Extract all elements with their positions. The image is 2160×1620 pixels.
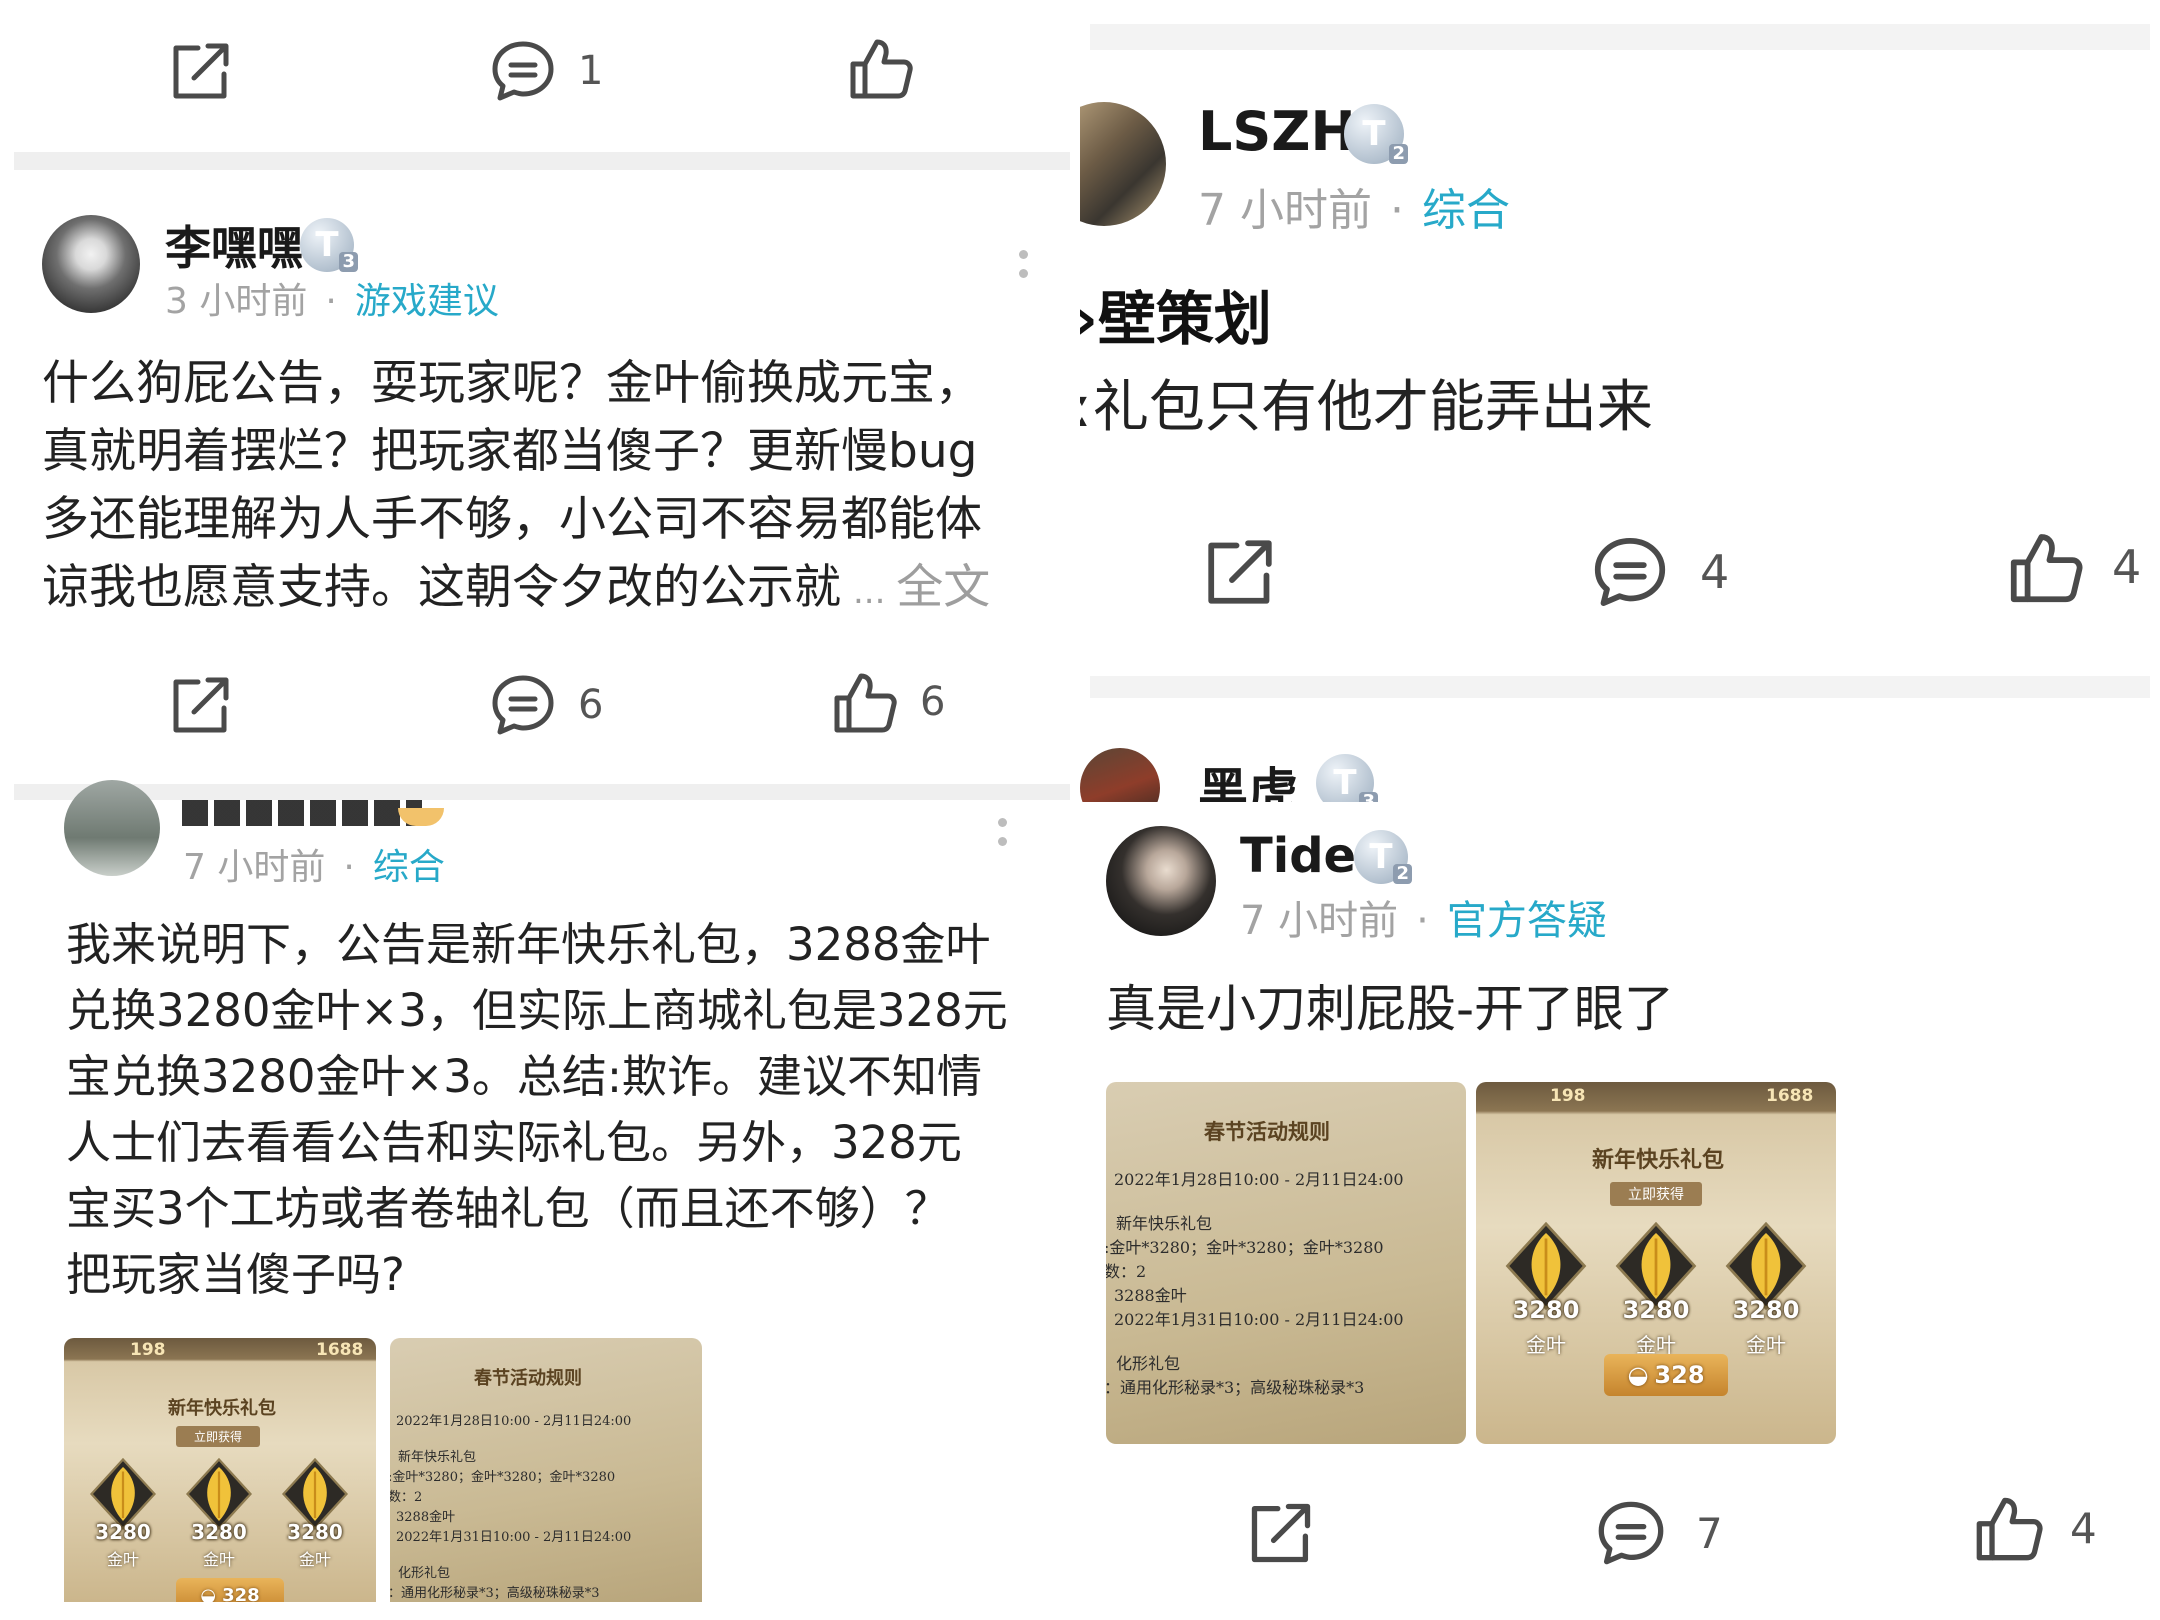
thumbs-up-icon — [1976, 1497, 2043, 1561]
post-meta: 7 小时前 · 综合 — [183, 847, 445, 888]
post-image-notice[interactable]: 春节活动规则 2022年1月28日10:00 - 2月11日24:00 新年快乐… — [1106, 1082, 1466, 1444]
post-body[interactable]: ː礼包只有他才能弄出来 — [1080, 368, 1653, 448]
post-time: 7 小时前 — [1240, 898, 1399, 944]
price-button: ◒ 328 — [1604, 1354, 1728, 1396]
share-button[interactable] — [168, 674, 234, 736]
comment-button[interactable]: 4 — [1592, 536, 1729, 608]
thumbs-up-icon — [850, 39, 913, 99]
comment-icon — [492, 41, 554, 101]
like-button[interactable]: 6 — [832, 670, 945, 734]
like-count: 6 — [920, 679, 946, 725]
section-divider — [14, 152, 1070, 170]
post-meta: 7 小时前 · 综合 — [1198, 185, 1510, 236]
post-meta: 7 小时前 · 官方答疑 — [1240, 898, 1607, 944]
full-text-link[interactable]: 全文 — [896, 560, 990, 615]
share-button[interactable] — [168, 40, 234, 102]
share-button[interactable] — [1246, 1500, 1316, 1566]
left-feed: 1 李嘿嘿 T3 3 小时前 · 游戏建议 什么狗屁公告，耍玩家呢？金叶偷换成元宝，… — [0, 0, 1080, 1620]
avatar[interactable] — [1080, 102, 1166, 226]
comment-button[interactable]: 6 — [490, 674, 603, 736]
dot-icon — [998, 837, 1007, 846]
like-button[interactable]: 4 — [2008, 530, 2141, 604]
cropped-post-header: 黑虎 T3 — [1080, 740, 2160, 802]
level-badge: T3 — [1316, 754, 1378, 802]
price-button: ◒ 328 — [176, 1578, 284, 1602]
ingot-icon: ◒ — [200, 1584, 217, 1603]
category-tag[interactable]: 综合 — [1422, 185, 1510, 236]
username[interactable]: Tide — [1240, 828, 1356, 884]
like-button[interactable] — [848, 36, 914, 100]
comment-count: 7 — [1696, 1508, 1723, 1558]
avatar[interactable] — [42, 215, 140, 313]
post-body[interactable]: 我来说明下，公告是新年快乐礼包，3288金叶 兑换3280金叶×3，但实际上商城… — [66, 912, 1056, 1308]
level-badge: T2 — [1344, 104, 1408, 164]
cropped-username — [182, 800, 422, 826]
gold-leaf-icon: 3280 金叶 — [86, 1457, 160, 1569]
dot-icon — [1019, 269, 1028, 278]
share-button[interactable] — [1202, 536, 1278, 608]
comment-icon — [1598, 1501, 1664, 1565]
comment-count: 1 — [578, 48, 604, 94]
comment-count: 6 — [578, 682, 604, 728]
gold-leaf-icon: 3280 金叶 — [1722, 1221, 1810, 1357]
share-icon — [173, 43, 229, 99]
share-icon — [1251, 1503, 1311, 1563]
share-icon — [173, 677, 229, 733]
comment-button[interactable]: 1 — [490, 40, 603, 102]
share-icon — [1208, 540, 1272, 604]
gold-leaf-icon: 3280 金叶 — [1612, 1221, 1700, 1357]
gold-leaf-icon: 3280 金叶 — [278, 1457, 352, 1569]
more-options-button[interactable] — [998, 818, 1008, 846]
avatar[interactable] — [1080, 748, 1160, 802]
post-title[interactable]: ›壁策划 — [1080, 272, 1272, 356]
like-count: 4 — [2070, 1503, 2097, 1553]
post-time: 3 小时前 — [165, 281, 308, 322]
post-body[interactable]: 真是小刀刺屁股-开了眼了 — [1106, 974, 1674, 1044]
level-badge: T3 — [300, 218, 358, 272]
dot-icon — [1019, 250, 1028, 259]
avatar[interactable] — [1106, 826, 1216, 936]
like-count: 4 — [2112, 540, 2142, 594]
gold-leaf-icon: 3280 金叶 — [182, 1457, 256, 1569]
post-meta: 3 小时前 · 游戏建议 — [165, 281, 499, 322]
username[interactable]: LSZH — [1198, 100, 1356, 163]
right-feed: LSZH T2 7 小时前 · 综合 ›壁策划 ː礼包只有他才能弄出来 4 4 黑虎… — [1080, 0, 2160, 1620]
like-button[interactable]: 4 — [1974, 1494, 2097, 1562]
ingot-icon: ◒ — [1627, 1361, 1649, 1389]
comment-count: 4 — [1700, 545, 1730, 599]
post-body[interactable]: 什么狗屁公告，耍玩家呢？金叶偷换成元宝， 真就明着摆烂？把玩家都当傻子？更新慢b… — [42, 350, 1052, 626]
post-image-notice[interactable]: 春节活动规则 2022年1月28日10:00 - 2月11日24:00 新年快乐… — [390, 1338, 702, 1602]
category-tag[interactable]: 官方答疑 — [1447, 898, 1607, 944]
comment-icon — [1594, 538, 1666, 606]
gold-leaf-icon: 3280 金叶 — [1502, 1221, 1590, 1357]
more-options-button[interactable] — [1019, 250, 1029, 278]
thumbs-up-icon — [2010, 534, 2083, 603]
section-divider — [14, 784, 1070, 800]
section-divider — [1090, 676, 2150, 698]
level-badge: T2 — [1354, 830, 1412, 884]
category-tag[interactable]: 游戏建议 — [355, 281, 499, 322]
comment-button[interactable]: 7 — [1596, 1500, 1723, 1566]
username[interactable]: 李嘿嘿 — [165, 212, 303, 278]
category-tag[interactable]: 综合 — [373, 847, 445, 888]
post-time: 7 小时前 — [1198, 185, 1372, 236]
post-time: 7 小时前 — [183, 847, 326, 888]
comment-icon — [492, 675, 554, 735]
post-image-gift-pack[interactable]: 198 1688 新年快乐礼包 立即获得 3280 金叶 3280 金叶 328… — [1476, 1082, 1836, 1444]
thumbs-up-icon — [834, 673, 897, 733]
avatar[interactable] — [64, 780, 160, 876]
section-divider — [1090, 24, 2150, 50]
username[interactable]: 黑虎 — [1198, 752, 1298, 802]
dot-icon — [998, 818, 1007, 827]
post-image-gift-pack[interactable]: 198 1688 新年快乐礼包 立即获得 3280 金叶 3280 金叶 328… — [64, 1338, 376, 1602]
